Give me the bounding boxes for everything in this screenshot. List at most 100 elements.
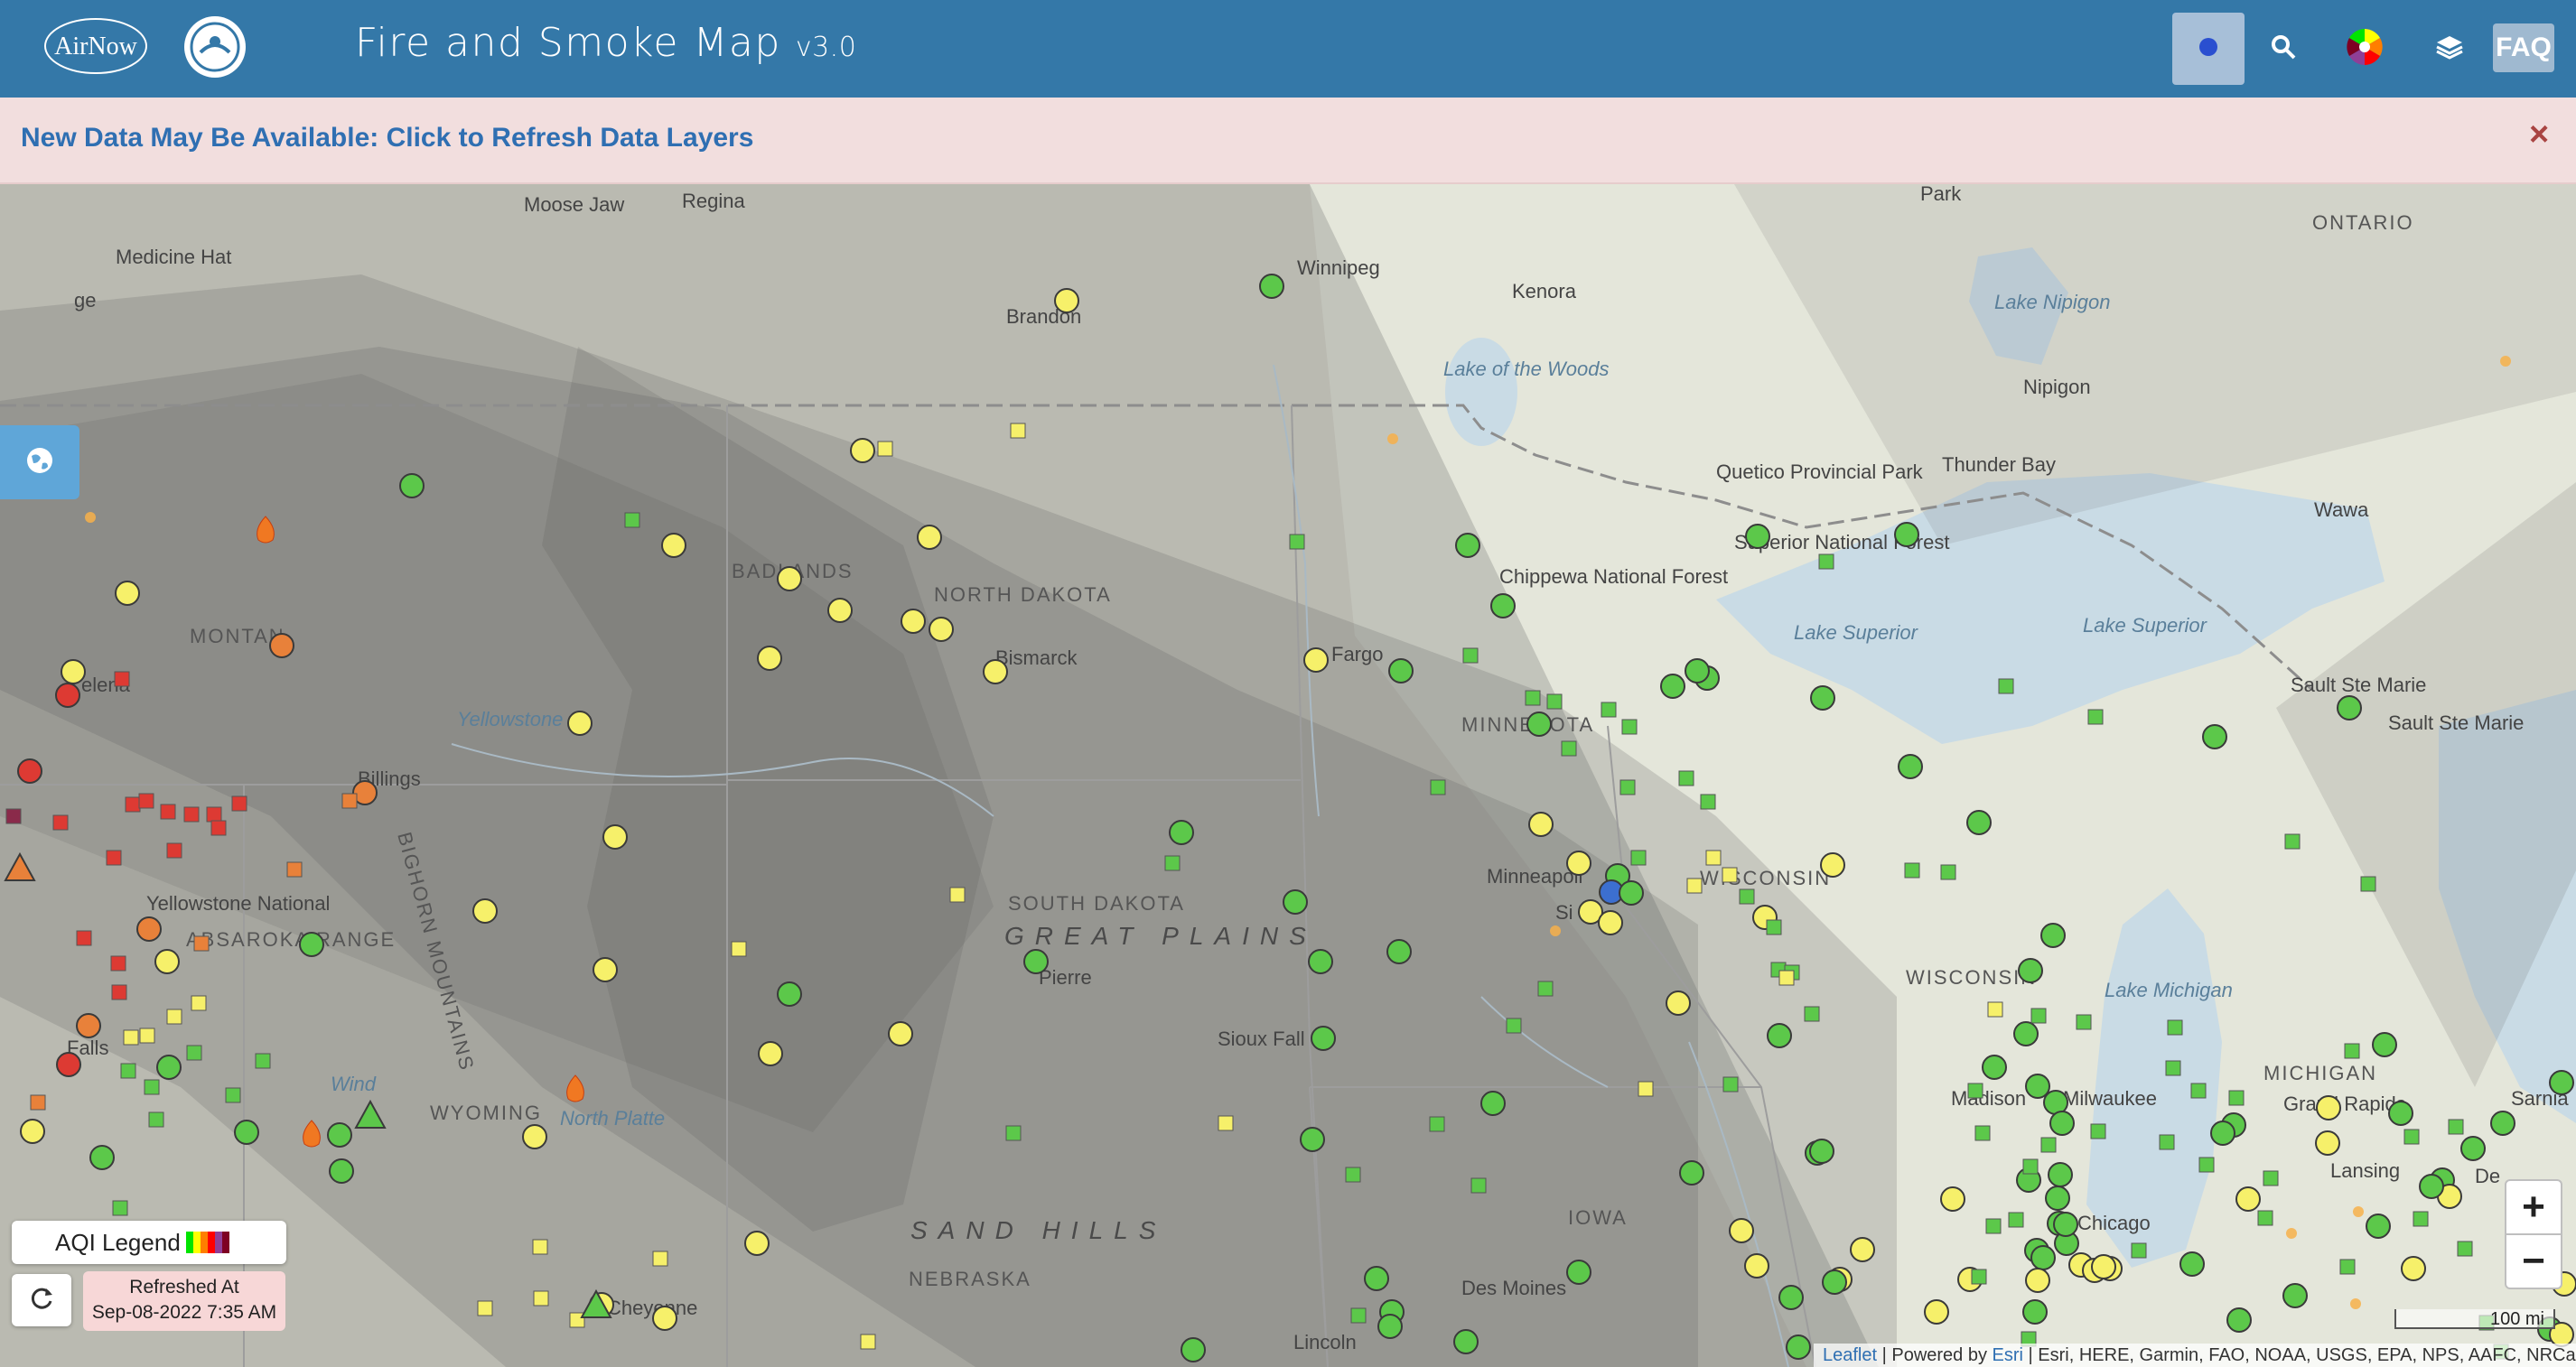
air-sensor-marker[interactable]: [166, 842, 182, 859]
aqi-monitor-marker[interactable]: [17, 758, 42, 784]
aqi-legend-button[interactable]: AQI Legend: [12, 1221, 286, 1264]
air-sensor-marker[interactable]: [1470, 1177, 1487, 1194]
esri-link[interactable]: Esri: [1993, 1345, 2023, 1365]
aqi-monitor-marker[interactable]: [154, 949, 180, 974]
aqi-monitor-marker[interactable]: [2337, 695, 2362, 721]
aqi-monitor-marker[interactable]: [2372, 1032, 2397, 1057]
aqi-monitor-marker[interactable]: [1181, 1337, 1206, 1362]
air-sensor-marker[interactable]: [144, 1079, 160, 1095]
air-sensor-marker[interactable]: [477, 1300, 493, 1316]
aqi-monitor-marker[interactable]: [1679, 1160, 1704, 1186]
air-sensor-marker[interactable]: [2228, 1090, 2245, 1106]
aqi-monitor-marker[interactable]: [929, 617, 954, 642]
air-sensor-marker[interactable]: [1621, 719, 1638, 735]
aqi-monitor-marker[interactable]: [2315, 1130, 2340, 1156]
aqi-monitor-marker[interactable]: [156, 1055, 182, 1080]
air-sensor-marker[interactable]: [255, 1053, 271, 1069]
aqi-monitor-marker[interactable]: [1283, 889, 1308, 915]
aqi-monitor-marker[interactable]: [2282, 1283, 2308, 1308]
aqi-monitor-marker[interactable]: [2053, 1212, 2078, 1237]
aqi-monitor-marker[interactable]: [89, 1145, 115, 1170]
air-sensor-marker[interactable]: [183, 806, 200, 823]
aqi-monitor-marker[interactable]: [2045, 1186, 2070, 1211]
aqi-monitor-marker[interactable]: [2040, 923, 2066, 948]
air-sensor-marker[interactable]: [2167, 1019, 2183, 1036]
aqi-monitor-marker[interactable]: [1810, 685, 1835, 711]
fire-detection-marker[interactable]: [1550, 925, 1561, 936]
aqi-monitor-marker[interactable]: [777, 566, 802, 591]
aqi-monitor-marker[interactable]: [2030, 1245, 2056, 1270]
air-sensor-marker[interactable]: [1218, 1115, 1234, 1131]
aqi-monitor-marker[interactable]: [744, 1231, 770, 1256]
air-sensor-marker[interactable]: [231, 795, 247, 812]
aqi-monitor-marker[interactable]: [56, 1052, 81, 1077]
aqi-monitor-marker[interactable]: [1259, 274, 1284, 299]
fire-detection-marker[interactable]: [85, 512, 96, 523]
air-sensor-marker[interactable]: [1010, 423, 1026, 439]
air-sensor-marker[interactable]: [2076, 1014, 2092, 1030]
aqi-monitor-marker[interactable]: [1744, 1253, 1769, 1279]
air-sensor-marker[interactable]: [2403, 1129, 2420, 1145]
air-sensor-marker[interactable]: [2284, 833, 2301, 850]
aqi-monitor-marker[interactable]: [2460, 1136, 2486, 1161]
air-sensor-marker[interactable]: [1164, 855, 1181, 871]
aqi-monitor-marker[interactable]: [661, 533, 686, 558]
aqi-monitor-marker[interactable]: [234, 1120, 259, 1145]
search-button[interactable]: [2247, 13, 2319, 85]
air-sensor-marker[interactable]: [30, 1094, 46, 1111]
air-sensor-marker[interactable]: [1700, 794, 1716, 810]
air-sensor-marker[interactable]: [1619, 779, 1636, 795]
aqi-monitor-marker[interactable]: [1169, 820, 1194, 845]
aqi-monitor-marker[interactable]: [1303, 647, 1329, 673]
aqi-monitor-marker[interactable]: [1894, 522, 1919, 547]
air-sensor-marker[interactable]: [1601, 702, 1617, 718]
aqi-monitor-marker[interactable]: [1386, 939, 1412, 964]
air-sensor-marker[interactable]: [193, 935, 210, 952]
air-sensor-marker[interactable]: [52, 814, 69, 831]
aqi-monitor-marker[interactable]: [1364, 1266, 1389, 1291]
air-sensor-marker[interactable]: [139, 1028, 155, 1044]
air-sensor-marker[interactable]: [1987, 1001, 2003, 1018]
air-sensor-marker[interactable]: [123, 1029, 139, 1046]
air-sensor-marker[interactable]: [1546, 693, 1563, 710]
aqi-monitor-marker[interactable]: [1377, 1314, 1403, 1339]
aqi-monitor-marker[interactable]: [1455, 533, 1480, 558]
my-location-button[interactable]: [2172, 13, 2245, 85]
aqi-monitor-marker[interactable]: [1311, 1026, 1336, 1051]
air-sensor-marker[interactable]: [210, 820, 227, 836]
aqi-monitor-marker[interactable]: [2388, 1101, 2413, 1126]
aqi-monitor-marker[interactable]: [1786, 1334, 1811, 1360]
air-sensor-marker[interactable]: [191, 995, 207, 1011]
air-sensor-marker[interactable]: [1289, 534, 1305, 550]
air-sensor-marker[interactable]: [114, 671, 130, 687]
zoom-in-button[interactable]: +: [2505, 1179, 2562, 1235]
refresh-data-banner[interactable]: New Data May Be Available: Click to Refr…: [0, 98, 2576, 184]
aqi-monitor-marker[interactable]: [1745, 524, 1770, 549]
air-sensor-marker[interactable]: [1722, 867, 1738, 883]
aqi-monitor-marker[interactable]: [1388, 658, 1414, 684]
air-sensor-marker[interactable]: [1506, 1018, 1522, 1034]
air-sensor-marker[interactable]: [2457, 1241, 2473, 1257]
air-sensor-marker[interactable]: [286, 861, 303, 878]
aqi-monitor-marker[interactable]: [1300, 1127, 1325, 1152]
aqi-monitor-marker[interactable]: [2091, 1254, 2116, 1279]
aqi-monitor-marker[interactable]: [1526, 711, 1552, 737]
air-sensor-marker[interactable]: [1904, 862, 1920, 879]
air-sensor-marker[interactable]: [1462, 647, 1479, 664]
aqi-monitor-marker[interactable]: [2049, 1111, 2075, 1136]
air-sensor-marker[interactable]: [112, 1200, 128, 1216]
air-sensor-marker[interactable]: [1561, 740, 1577, 757]
aqi-monitor-marker[interactable]: [1619, 880, 1644, 906]
air-sensor-marker[interactable]: [1778, 970, 1795, 986]
air-sensor-marker[interactable]: [76, 930, 92, 946]
aqi-monitor-marker[interactable]: [1566, 851, 1591, 876]
air-sensor-marker[interactable]: [2165, 1060, 2181, 1076]
air-sensor-marker[interactable]: [1350, 1307, 1367, 1324]
air-sensor-marker[interactable]: [186, 1045, 202, 1061]
aqi-monitor-marker[interactable]: [777, 981, 802, 1007]
air-sensor-marker[interactable]: [148, 1111, 164, 1128]
leaflet-link[interactable]: Leaflet: [1823, 1345, 1877, 1365]
aqi-monitor-marker[interactable]: [2226, 1307, 2252, 1333]
air-sensor-marker[interactable]: [1739, 888, 1755, 905]
aqi-monitor-marker[interactable]: [2025, 1268, 2050, 1293]
